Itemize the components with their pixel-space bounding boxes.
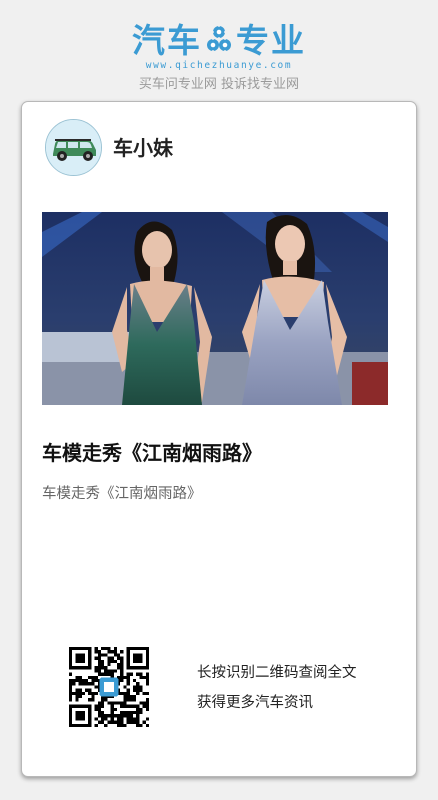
- gear-icon: [206, 23, 232, 53]
- qr-code-icon[interactable]: [69, 647, 149, 727]
- site-logo: 汽车 专业 www.qichezhuanye.com 买车问专业网 投诉找专业网: [0, 18, 438, 92]
- logo-text-part1: 汽车: [132, 21, 202, 60]
- logo-slogan: 买车问专业网 投诉找专业网: [138, 77, 300, 92]
- qr-instruction-line2: 获得更多汽车资讯: [197, 695, 313, 711]
- logo-text-part2: 专业: [236, 21, 306, 60]
- logo-url: www.qichezhuanye.com: [145, 60, 293, 71]
- logo-title: 汽车 专业: [0, 18, 438, 60]
- share-card: 车小妹 车模走秀《江南烟雨路》 车模走秀《江南烟雨路》 长按识别二维码查阅全文 …: [21, 101, 417, 777]
- author-name[interactable]: 车小妹: [113, 134, 173, 162]
- qr-instruction-line1: 长按识别二维码查阅全文: [197, 665, 357, 681]
- article-description: 车模走秀《江南烟雨路》: [42, 486, 202, 502]
- article-title[interactable]: 车模走秀《江南烟雨路》: [42, 438, 398, 468]
- article-cover-photo[interactable]: [42, 212, 388, 405]
- car-avatar-icon: [45, 119, 102, 176]
